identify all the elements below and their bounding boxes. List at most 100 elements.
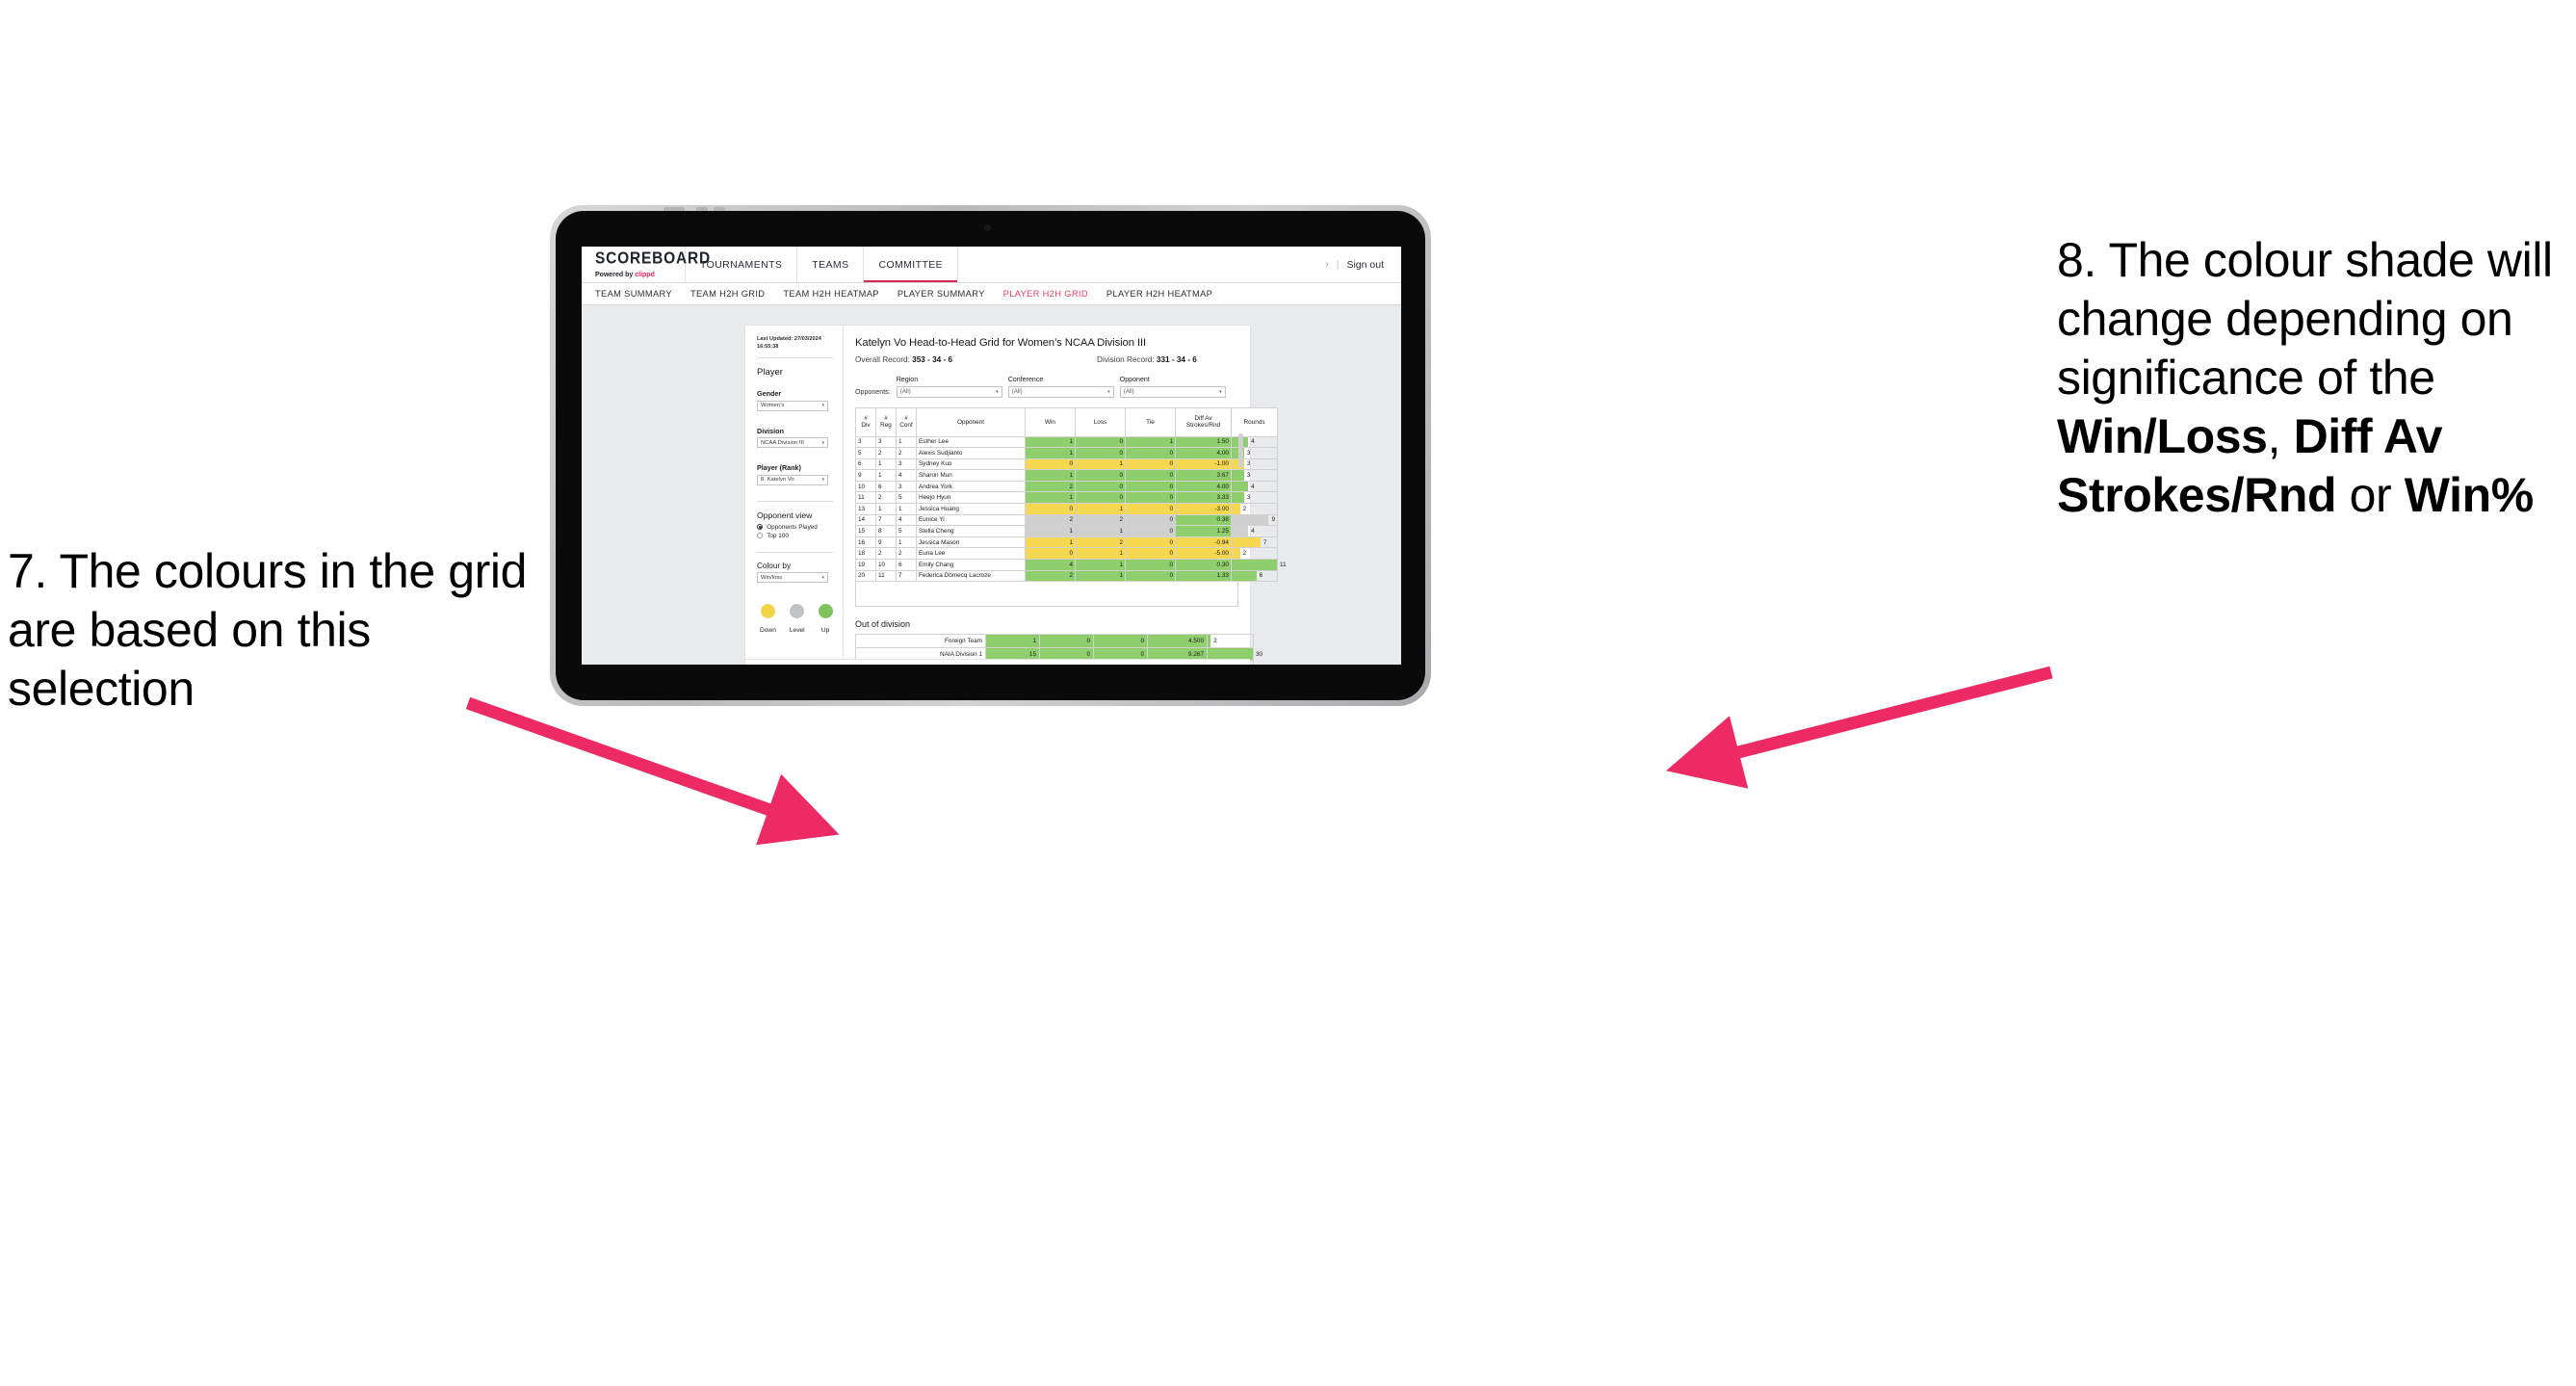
table-row[interactable]: 5 2 2 Alexis Sudjianto 1 0 0 4.00 3 xyxy=(855,447,1278,459)
rounds-value: 3 xyxy=(1246,449,1251,457)
cell-reg: 1 xyxy=(875,469,897,482)
table-row[interactable]: 3 3 1 Esther Lee 1 0 1 1.50 4 xyxy=(855,435,1278,449)
table-row[interactable]: 19 10 6 Emily Chang 4 1 0 0.30 11 xyxy=(855,559,1287,571)
conference-select[interactable]: (All) ▾ xyxy=(1007,385,1114,398)
region-label: Region xyxy=(896,376,919,383)
cell-loss: 1 xyxy=(1075,559,1126,571)
table-row[interactable]: 15 8 5 Stella Cheng 1 1 0 1.25 4 xyxy=(855,525,1278,537)
brand-tagline-prefix: Powered by xyxy=(595,272,636,278)
conference-filter: Conference (All) ▾ xyxy=(1007,376,1114,398)
table-row[interactable]: 9 1 4 Sharon Mun 1 0 0 3.67 3 xyxy=(855,469,1278,482)
cell-div: 10 xyxy=(855,480,876,493)
cell-opponent: Andrea York xyxy=(916,480,1026,493)
column-header-win[interactable]: Win xyxy=(1025,406,1076,437)
opponent-filter: Opponent (All) ▾ xyxy=(1119,376,1226,398)
vertical-scrollbar[interactable] xyxy=(1238,432,1243,468)
subtab-team-h2h-heatmap[interactable]: TEAM H2H HEATMAP xyxy=(783,289,878,299)
subtab-player-h2h-grid[interactable]: PLAYER H2H GRID xyxy=(1003,289,1088,299)
nav-tab-committee-label: COMMITTEE xyxy=(878,258,944,271)
cell-reg: 1 xyxy=(875,458,897,471)
table-row[interactable]: 6 1 3 Sydney Kuo 0 1 0 -1.00 3 xyxy=(855,458,1278,471)
cell-win: 1 xyxy=(985,634,1040,648)
cell-conf: 6 xyxy=(896,559,917,571)
gender-select[interactable]: Women’s ▾ xyxy=(757,400,828,411)
opponent-select[interactable]: (All) ▾ xyxy=(1119,385,1226,398)
nav-tab-committee[interactable]: COMMITTEE xyxy=(864,247,959,282)
annotation-7: 7. The colours in the grid are based on … xyxy=(8,542,528,719)
rounds-value: 30 xyxy=(1256,650,1263,658)
chevron-down-icon: ▾ xyxy=(821,477,824,484)
colour-by-select[interactable]: Win/loss ▾ xyxy=(757,572,828,584)
table-row[interactable]: 11 2 5 Heejo Hyun 1 0 0 3.33 3 xyxy=(855,491,1278,505)
cell-diff-av-strokes: 4.500 xyxy=(1147,634,1208,648)
overall-record-label: Overall Record: xyxy=(855,355,913,364)
table-body: 3 3 1 Esther Lee 1 0 1 1.50 4 5 2 2 Alexis Sudjianto… xyxy=(855,435,1287,583)
nav-tab-teams-label: TEAMS xyxy=(812,258,849,271)
divider: | xyxy=(1336,258,1340,271)
rounds-bar xyxy=(1232,548,1240,560)
cell-loss: 1 xyxy=(1075,458,1126,471)
sign-out-button[interactable]: Sign out xyxy=(1346,259,1384,271)
subtab-player-summary[interactable]: PLAYER SUMMARY xyxy=(898,289,985,299)
table-row[interactable]: 20 11 7 Federica Domecq Lacroze 2 1 0 1.33 6 xyxy=(855,569,1278,583)
column-header-diff-av-strokes-rnd[interactable]: Diff Av Strokes/Rnd xyxy=(1175,406,1232,437)
cell-diff-av-strokes: 4.00 xyxy=(1175,480,1232,493)
rounds-value: 2 xyxy=(1242,550,1247,558)
table-row[interactable]: 10 6 3 Andrea York 2 0 0 4.00 4 xyxy=(855,480,1278,493)
cell-rounds: 6 xyxy=(1231,569,1278,583)
legend-dot-level xyxy=(790,604,805,619)
opponent-filters: Opponents: Region (All) ▾ Conference (All… xyxy=(855,376,1240,398)
table-row[interactable]: 14 7 4 Eunice Yi 2 2 0 0.38 9 xyxy=(855,513,1278,527)
out-of-division-row[interactable]: Foreign Team 1 0 0 4.500 2 xyxy=(855,634,1254,648)
column-header-conf[interactable]: # Conf xyxy=(896,406,917,437)
overall-record-value: 353 - 34 - 6 xyxy=(912,355,953,364)
cell-win: 0 xyxy=(1025,547,1076,561)
subtab-player-h2h-heatmap[interactable]: PLAYER H2H HEATMAP xyxy=(1106,289,1212,299)
nav-tab-tournaments[interactable]: TOURNAMENTS xyxy=(686,247,798,282)
column-header-opponent[interactable]: Opponent xyxy=(916,406,1026,437)
region-select[interactable]: (All) ▾ xyxy=(896,385,1002,398)
column-header-div[interactable]: # Div xyxy=(855,406,876,437)
cell-conf: 1 xyxy=(896,536,917,549)
cell-tie: 0 xyxy=(1125,536,1176,549)
column-header-tie[interactable]: Tie xyxy=(1125,406,1176,437)
chevron-down-icon: ▾ xyxy=(1107,388,1110,395)
player-section-heading: Player xyxy=(757,367,783,379)
cell-div: 3 xyxy=(855,435,876,449)
table-row[interactable]: 16 9 1 Jessica Mason 1 2 0 -0.94 7 xyxy=(855,536,1278,549)
table-row[interactable]: 13 1 1 Jessica Huang 0 1 0 -3.00 2 xyxy=(855,503,1278,515)
main-content: Katelyn Vo Head-to-Head Grid for Women’s… xyxy=(844,326,1287,665)
cell-diff-av-strokes: 1.25 xyxy=(1175,525,1232,537)
cell-tie: 1 xyxy=(1125,435,1176,449)
cell-loss: 2 xyxy=(1075,513,1126,527)
radio-opponents-played[interactable]: Opponents Played xyxy=(757,524,833,531)
cell-rounds: 7 xyxy=(1231,536,1278,549)
cell-div: 11 xyxy=(855,491,876,505)
subtab-team-h2h-grid[interactable]: TEAM H2H GRID xyxy=(690,289,765,299)
legend-label-up: Up xyxy=(820,627,830,635)
brand-logo[interactable]: SCOREBOARD Powered by clippd xyxy=(582,247,710,282)
cell-loss: 1 xyxy=(1075,569,1126,583)
cell-reg: 2 xyxy=(875,447,897,459)
conference-label: Conference xyxy=(1007,376,1044,383)
column-header-loss[interactable]: Loss xyxy=(1075,406,1126,437)
subtab-team-summary[interactable]: TEAM SUMMARY xyxy=(595,289,672,299)
cell-opponent: Esther Lee xyxy=(916,435,1026,449)
cell-opponent: Federica Domecq Lacroze xyxy=(916,569,1026,583)
cell-win: 1 xyxy=(1025,447,1076,459)
radio-top-100[interactable]: Top 100 xyxy=(757,533,833,539)
player-rank-select[interactable]: 8. Katelyn Vo ▾ xyxy=(757,474,828,485)
column-header-reg[interactable]: # Reg xyxy=(875,406,897,437)
cell-opponent: Jessica Huang xyxy=(916,503,1026,515)
column-header-rounds[interactable]: Rounds xyxy=(1231,406,1278,437)
cell-reg: 11 xyxy=(875,569,897,583)
chevron-right-icon[interactable]: › xyxy=(1325,259,1328,270)
radio-unselected-icon xyxy=(757,533,764,539)
cell-rounds: 11 xyxy=(1231,559,1287,571)
nav-tab-teams[interactable]: TEAMS xyxy=(797,247,865,282)
cell-loss: 0 xyxy=(1075,491,1126,505)
cell-tie: 0 xyxy=(1125,559,1176,571)
cell-rounds: 9 xyxy=(1231,513,1278,527)
table-row[interactable]: 18 2 2 Euna Lee 0 1 0 -5.00 2 xyxy=(855,547,1278,561)
division-select[interactable]: NCAA Division III ▾ xyxy=(757,437,828,449)
